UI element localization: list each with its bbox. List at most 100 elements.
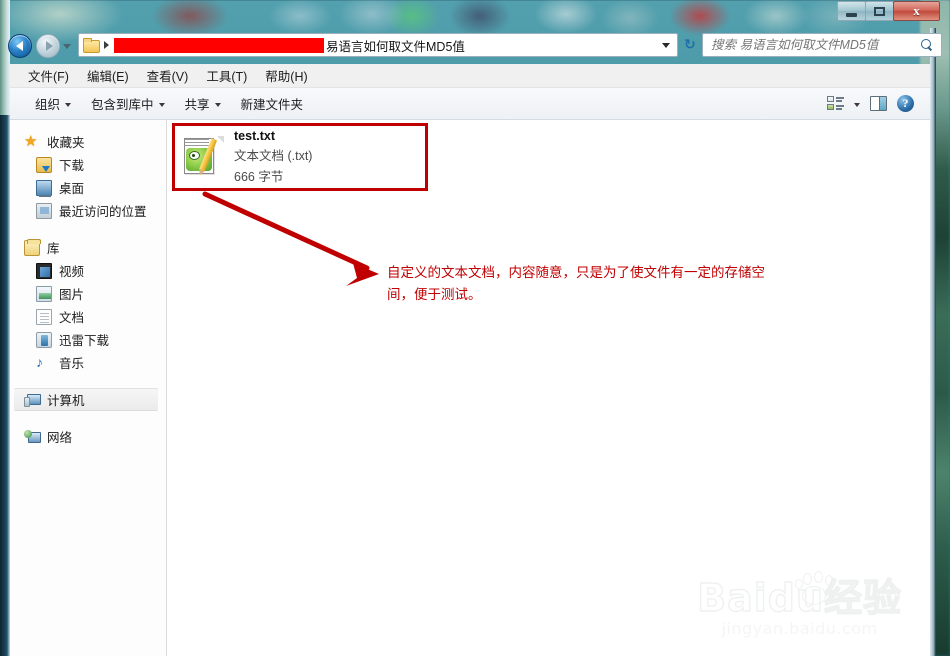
toolbar-button-share[interactable]: 共享: [178, 90, 228, 117]
sidebar-item-pictures[interactable]: 图片: [10, 282, 166, 305]
close-button[interactable]: x: [893, 1, 940, 21]
forward-arrow-icon: [45, 41, 53, 51]
toolbar-button-organize[interactable]: 组织: [28, 90, 78, 117]
view-options-icon[interactable]: [827, 96, 844, 111]
sidebar-separator-2: [10, 374, 166, 388]
view-icon-line-2: [836, 100, 842, 102]
sidebar-item-videos[interactable]: 视频: [10, 259, 166, 282]
chevron-down-icon: [214, 102, 221, 107]
menu-bar: 文件(F) 编辑(E) 查看(V) 工具(T) 帮助(H): [10, 64, 930, 88]
search-icon[interactable]: [921, 39, 933, 51]
sidebar-item-documents[interactable]: 文档: [10, 305, 166, 328]
file-type: 文本文档 (.txt): [234, 149, 313, 163]
sidebar-item-thunder-download[interactable]: 迅雷下载: [10, 328, 166, 351]
explorer-body: ★ 收藏夹 下载 桌面 最近访问的位置 库 视频 图片 文档 迅雷下载 ♪ 音乐…: [10, 120, 930, 656]
menu-item-help[interactable]: 帮助(H): [257, 63, 315, 88]
document-lines-shape: [185, 139, 209, 146]
sidebar-separator-3: [10, 411, 166, 425]
sidebar-item-favorites-label: 收藏夹: [47, 136, 85, 150]
sidebar-item-pictures-label: 图片: [59, 288, 85, 302]
back-arrow-icon: [15, 41, 23, 51]
sidebar-item-favorites[interactable]: ★ 收藏夹: [10, 130, 166, 153]
minimize-icon: [846, 12, 857, 17]
documents-icon: [36, 308, 52, 325]
menu-item-tools[interactable]: 工具(T): [198, 63, 255, 88]
history-dropdown-icon[interactable]: [63, 44, 71, 49]
menu-item-file[interactable]: 文件(F): [20, 63, 77, 88]
address-bar-row: 易语言如何取文件MD5值 ↻: [0, 28, 950, 64]
baidu-watermark-sub: jingyan.baidu.com: [721, 619, 878, 638]
sidebar-separator-1: [10, 222, 166, 236]
redacted-path-segment: [114, 37, 324, 53]
baidu-watermark: Baidu经验 jingyan.baidu.com: [696, 571, 902, 638]
toolbar-button-new-folder-label: 新建文件夹: [240, 98, 304, 112]
view-options-chevron-down-icon[interactable]: [854, 102, 860, 107]
sidebar-item-desktop[interactable]: 桌面: [10, 176, 166, 199]
chevron-down-icon: [65, 102, 72, 107]
address-dropdown-icon[interactable]: [662, 42, 670, 48]
sidebar-item-libraries[interactable]: 库: [10, 236, 166, 259]
toolbar-right-group: ?: [827, 95, 914, 112]
maximize-icon: [874, 6, 885, 16]
view-icon-line-3: [836, 105, 844, 107]
back-button[interactable]: [8, 34, 32, 58]
downloads-icon: [36, 156, 52, 173]
sidebar-item-recent-places-label: 最近访问的位置: [59, 205, 147, 219]
sidebar-item-desktop-label: 桌面: [59, 182, 85, 196]
help-icon[interactable]: ?: [897, 95, 914, 112]
star-icon: ★: [24, 132, 38, 150]
baidu-paw-icon: [793, 571, 837, 607]
chevron-down-icon: [158, 102, 165, 107]
folder-icon: [83, 38, 100, 53]
sidebar-item-libraries-label: 库: [47, 242, 60, 256]
minimize-button[interactable]: [837, 1, 866, 21]
file-list-item-test-txt[interactable]: test.txt 文本文档 (.txt) 666 字节: [177, 128, 432, 186]
library-icon: [24, 238, 41, 256]
computer-icon: [24, 392, 41, 408]
file-list-pane[interactable]: test.txt 文本文档 (.txt) 666 字节 自定义的文本文档，内容随…: [167, 120, 930, 656]
toolbar-button-organize-label: 组织: [35, 98, 61, 112]
maximize-button[interactable]: [865, 1, 894, 21]
help-glyph: ?: [902, 96, 909, 110]
toolbar-button-include-in-library-label: 包含到库中: [91, 98, 154, 112]
search-box[interactable]: [702, 33, 942, 57]
toolbar-button-include-in-library[interactable]: 包含到库中: [84, 90, 172, 117]
title-bar: x: [0, 0, 950, 28]
sidebar-item-network-label: 网络: [47, 431, 73, 445]
refresh-icon: ↻: [684, 36, 696, 52]
view-icon-line-1: [836, 97, 844, 99]
file-size: 666 字节: [234, 170, 284, 184]
sidebar-item-downloads[interactable]: 下载: [10, 153, 166, 176]
view-icon-row-2: [827, 104, 834, 110]
sidebar-item-documents-label: 文档: [59, 311, 85, 325]
network-icon: [24, 429, 41, 445]
sidebar-item-videos-label: 视频: [59, 265, 85, 279]
menu-item-view[interactable]: 查看(V): [139, 63, 197, 88]
annotation-text: 自定义的文本文档，内容随意，只是为了使文件有一定的存储空间，便于测试。: [387, 265, 765, 302]
breadcrumb-chevron-icon[interactable]: [104, 41, 109, 49]
address-bar[interactable]: 易语言如何取文件MD5值: [78, 33, 678, 57]
breadcrumb-current-folder[interactable]: 易语言如何取文件MD5值: [326, 36, 465, 55]
thunder-download-icon: [36, 331, 52, 348]
toolbar-button-new-folder[interactable]: 新建文件夹: [234, 90, 311, 117]
recent-places-icon: [36, 202, 52, 219]
pictures-icon: [36, 285, 52, 302]
sidebar-item-downloads-label: 下载: [59, 159, 85, 173]
sidebar-item-recent-places[interactable]: 最近访问的位置: [10, 199, 166, 222]
sidebar-item-music-label: 音乐: [59, 357, 85, 371]
sidebar-item-network[interactable]: 网络: [10, 425, 166, 448]
search-input[interactable]: [711, 38, 921, 52]
file-item-details: test.txt 文本文档 (.txt) 666 字节: [234, 129, 312, 185]
video-icon: [36, 262, 52, 279]
window-controls: x: [837, 1, 940, 21]
navigation-pane: ★ 收藏夹 下载 桌面 最近访问的位置 库 视频 图片 文档 迅雷下载 ♪ 音乐…: [10, 120, 167, 656]
refresh-button[interactable]: ↻: [684, 36, 696, 53]
sidebar-item-music[interactable]: ♪ 音乐: [10, 351, 166, 374]
preview-pane-icon[interactable]: [870, 96, 887, 111]
forward-button[interactable]: [36, 34, 60, 58]
sidebar-item-thunder-download-label: 迅雷下载: [59, 334, 110, 348]
menu-item-edit[interactable]: 编辑(E): [79, 63, 137, 88]
sidebar-item-computer[interactable]: 计算机: [14, 388, 158, 411]
document-fold-shape: [217, 136, 224, 143]
explorer-window: x 易语言如何取文件MD5值 ↻ 文件(F) 编辑(E) 查: [0, 0, 942, 656]
